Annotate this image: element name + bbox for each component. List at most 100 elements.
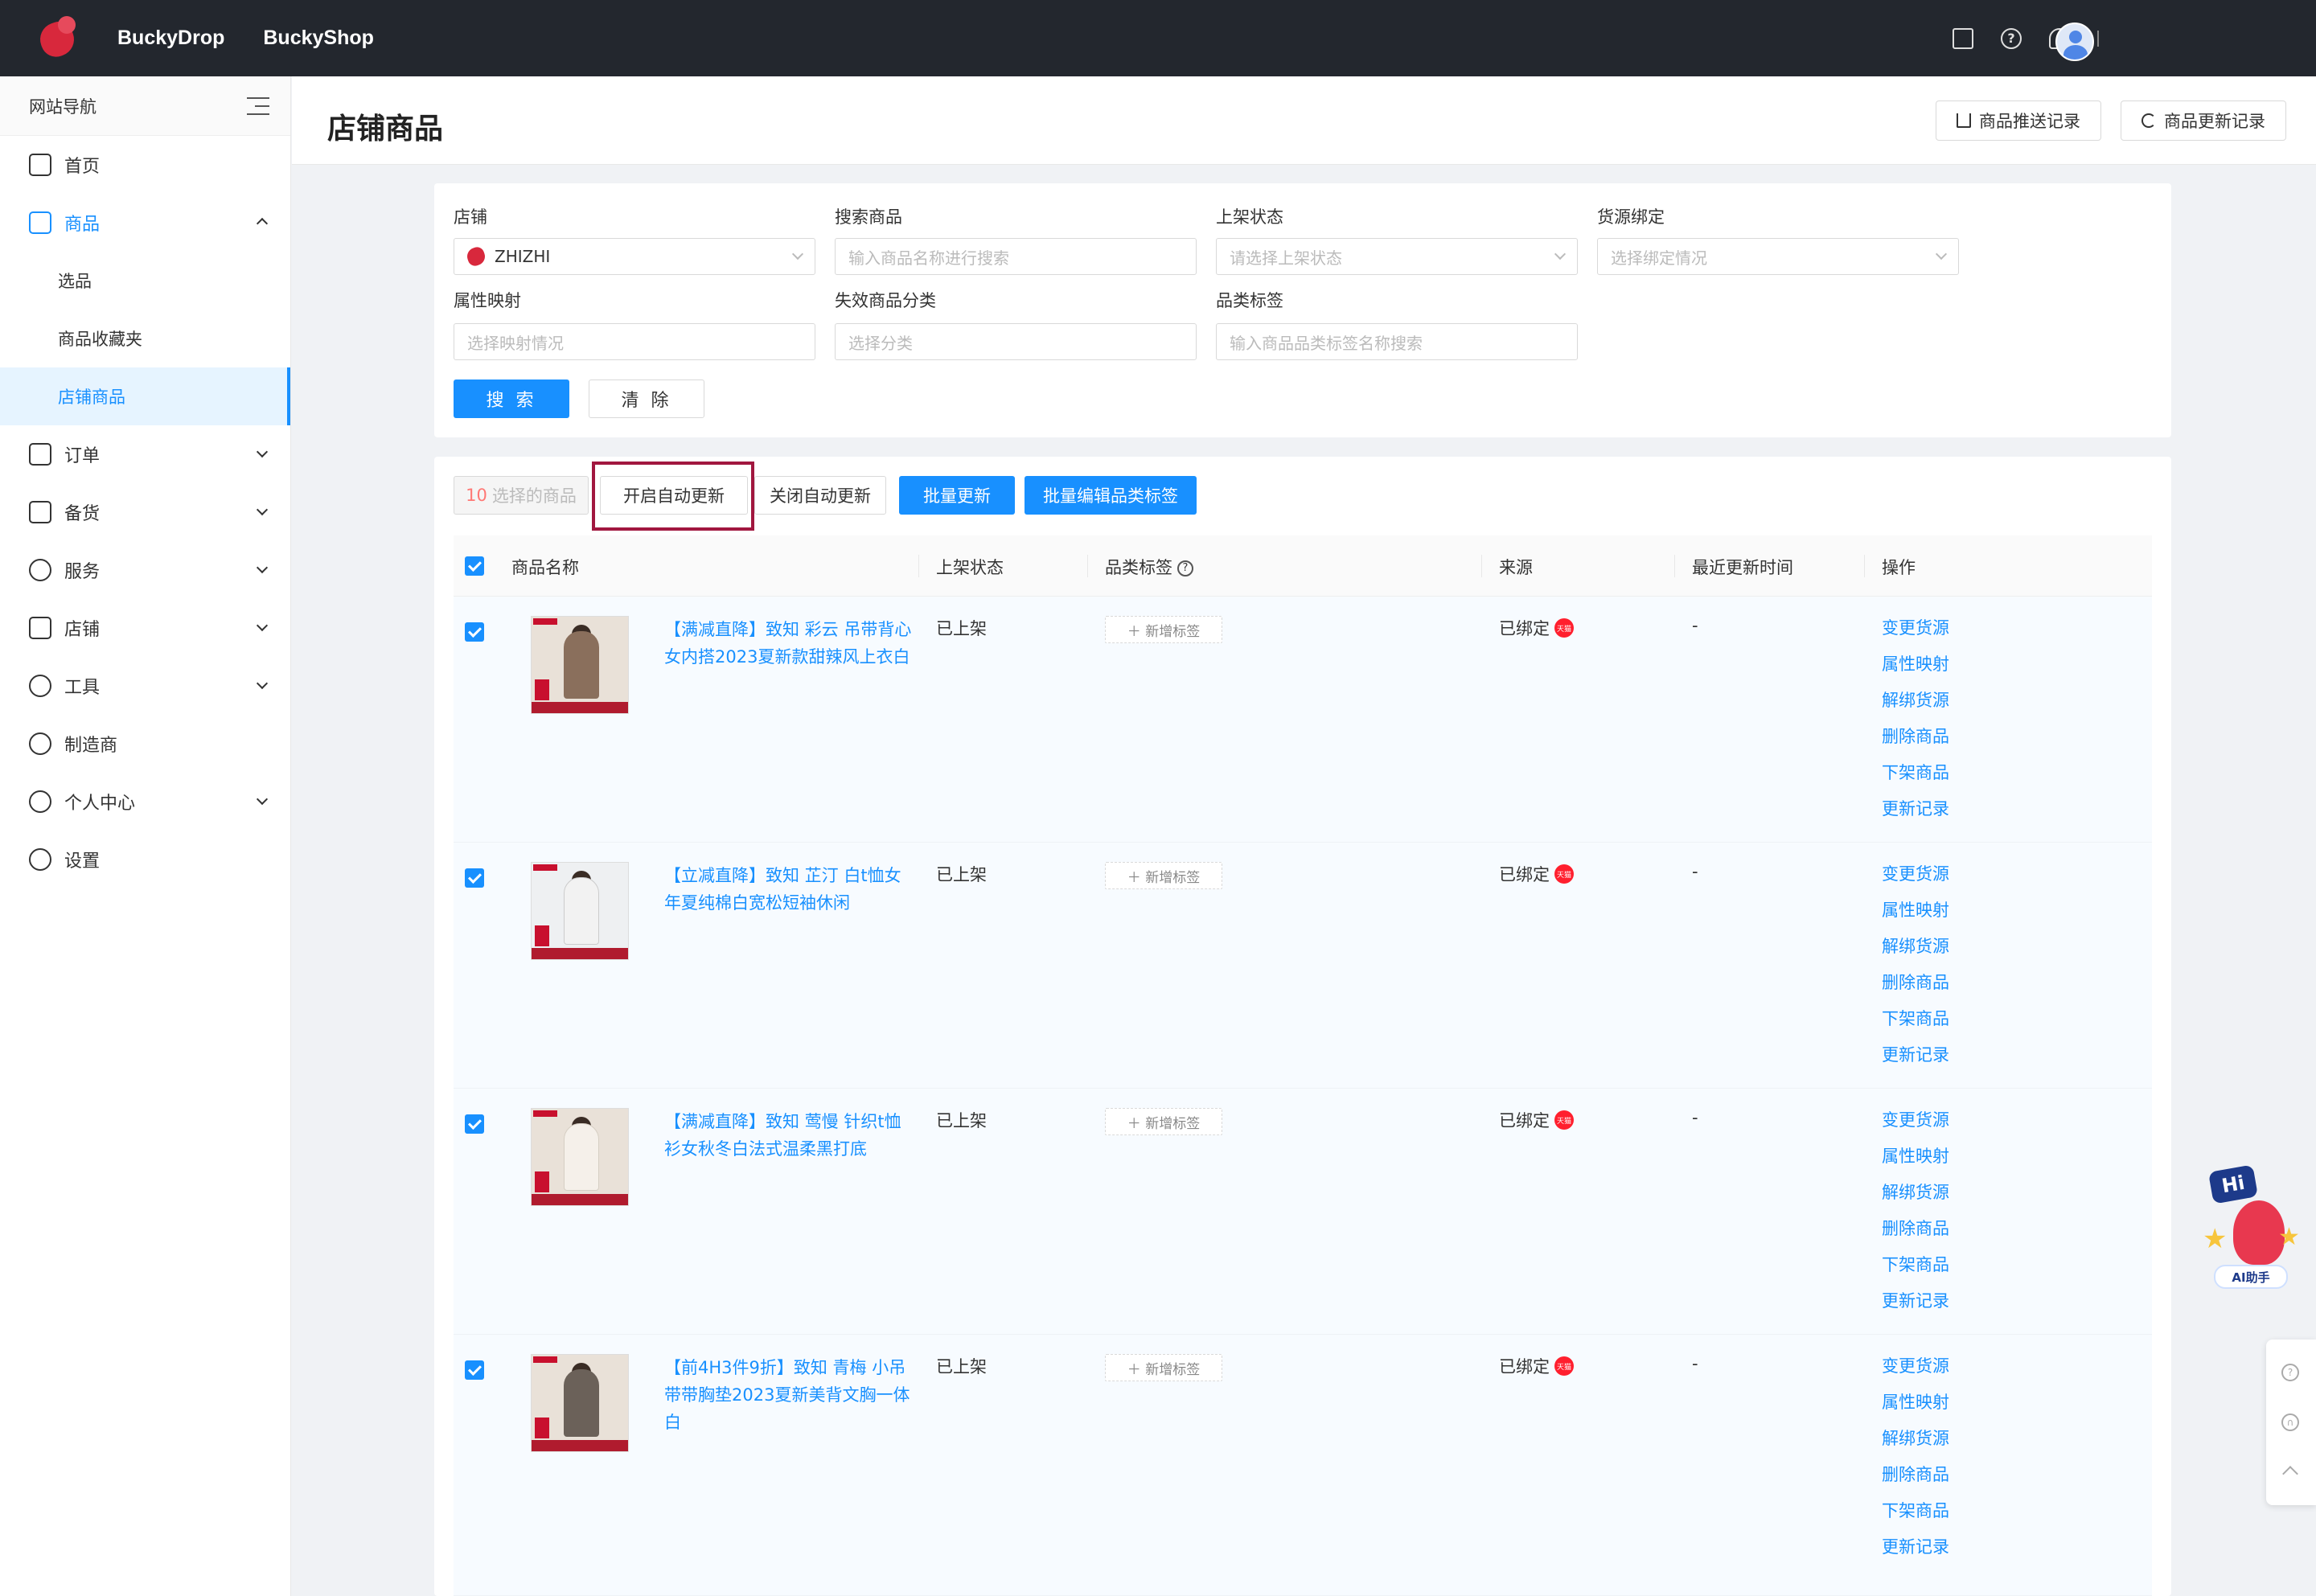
delete-product-link[interactable]: 删除商品 bbox=[1882, 969, 1949, 1005]
question-circle-icon[interactable]: ? bbox=[1177, 560, 1193, 576]
clear-button[interactable]: 清 除 bbox=[589, 380, 704, 418]
nav-buckyshop[interactable]: BuckyShop bbox=[263, 27, 374, 50]
bag-icon bbox=[29, 211, 51, 234]
delete-product-link[interactable]: 删除商品 bbox=[1882, 1215, 1949, 1251]
product-thumbnail[interactable] bbox=[531, 616, 629, 714]
source-status: 已绑定 天猫 bbox=[1499, 1354, 1574, 1378]
sidebar-item-tools[interactable]: 工具 bbox=[0, 657, 290, 715]
table-row: 【满减直降】致知 莺慢 针织t恤衫女秋冬白法式温柔黑打底 已上架 ＋ 新增标签 … bbox=[454, 1089, 2152, 1335]
product-name-link[interactable]: 【满减直降】致知 莺慢 针织t恤衫女秋冬白法式温柔黑打底 bbox=[664, 1108, 914, 1163]
supply-binding-select[interactable]: 选择绑定情况 bbox=[1597, 238, 1959, 275]
row-checkbox[interactable] bbox=[465, 868, 484, 888]
sidebar-subitem-favorites[interactable]: 商品收藏夹 bbox=[0, 310, 290, 367]
product-thumbnail[interactable] bbox=[531, 1354, 629, 1452]
disable-auto-update-button[interactable]: 关闭自动更新 bbox=[754, 476, 886, 515]
row-checkbox[interactable] bbox=[465, 1360, 484, 1380]
batch-update-button[interactable]: 批量更新 bbox=[899, 476, 1015, 515]
back-to-top-icon[interactable] bbox=[2282, 1466, 2298, 1482]
help-icon[interactable]: ? bbox=[2281, 1364, 2299, 1381]
update-record-button[interactable]: 商品更新记录 bbox=[2121, 101, 2286, 141]
col-divider bbox=[1674, 555, 1675, 577]
change-supply-link[interactable]: 变更货源 bbox=[1882, 1106, 1949, 1143]
order-icon bbox=[29, 443, 51, 466]
change-supply-link[interactable]: 变更货源 bbox=[1882, 1352, 1949, 1389]
page-header: 店铺商品 商品推送记录 商品更新记录 bbox=[292, 76, 2316, 165]
sidebar-subitem-store-products[interactable]: 店铺商品 bbox=[0, 367, 290, 425]
selected-count-button: 10 选择的商品 bbox=[454, 476, 589, 515]
select-all-checkbox[interactable] bbox=[465, 556, 484, 576]
category-tag-input[interactable]: 输入商品品类标签名称搜索 bbox=[1216, 323, 1578, 360]
sidebar-item-store[interactable]: 店铺 bbox=[0, 599, 290, 657]
attr-mapping-link[interactable]: 属性映射 bbox=[1882, 650, 1949, 687]
shop-select[interactable]: ZHIZHI bbox=[454, 238, 815, 275]
update-record-link[interactable]: 更新记录 bbox=[1882, 795, 1949, 831]
delist-product-link[interactable]: 下架商品 bbox=[1882, 759, 1949, 795]
add-tag-button[interactable]: ＋ 新增标签 bbox=[1105, 862, 1222, 889]
headset-icon[interactable]: ∩ bbox=[2281, 1413, 2299, 1431]
floating-tools: ? ∩ bbox=[2266, 1340, 2316, 1505]
sidebar-item-settings[interactable]: 设置 bbox=[0, 831, 290, 888]
row-actions: 变更货源 属性映射 解绑货源 删除商品 下架商品 更新记录 bbox=[1882, 1106, 1949, 1323]
product-name-link[interactable]: 【立减直降】致知 芷汀 白t恤女年夏纯棉白宽松短袖休闲 bbox=[664, 862, 914, 917]
invalid-category-label: 失效商品分类 bbox=[835, 291, 936, 310]
unbind-supply-link[interactable]: 解绑货源 bbox=[1882, 687, 1949, 723]
home-icon bbox=[29, 154, 51, 176]
sidebar-item-stock[interactable]: 备货 bbox=[0, 483, 290, 541]
add-tag-button[interactable]: ＋ 新增标签 bbox=[1105, 1354, 1222, 1381]
delist-product-link[interactable]: 下架商品 bbox=[1882, 1251, 1949, 1287]
col-category-tag: 品类标签? bbox=[1105, 555, 1193, 579]
add-tag-button[interactable]: ＋ 新增标签 bbox=[1105, 616, 1222, 643]
delete-product-link[interactable]: 删除商品 bbox=[1882, 1461, 1949, 1497]
help-icon[interactable]: ? bbox=[2001, 27, 2022, 49]
attr-mapping-link[interactable]: 属性映射 bbox=[1882, 1143, 1949, 1179]
ai-assistant-button[interactable]: Hi ★ ★ AI助手 bbox=[2199, 1162, 2304, 1299]
delist-product-link[interactable]: 下架商品 bbox=[1882, 1005, 1949, 1041]
add-tag-button[interactable]: ＋ 新增标签 bbox=[1105, 1108, 1222, 1135]
collapse-menu-icon[interactable] bbox=[247, 96, 269, 115]
search-input[interactable]: 输入商品名称进行搜索 bbox=[835, 238, 1197, 275]
table-header: 商品名称 上架状态 品类标签? 来源 最近更新时间 操作 bbox=[454, 535, 2152, 597]
delete-product-link[interactable]: 删除商品 bbox=[1882, 723, 1949, 759]
change-supply-link[interactable]: 变更货源 bbox=[1882, 614, 1949, 650]
attr-mapping-select[interactable]: 选择映射情况 bbox=[454, 323, 815, 360]
avatar[interactable] bbox=[2055, 23, 2094, 61]
listing-status-select[interactable]: 请选择上架状态 bbox=[1216, 238, 1578, 275]
sidebar-item-service[interactable]: 服务 bbox=[0, 541, 290, 599]
product-name-link[interactable]: 【满减直降】致知 彩云 吊带背心女内搭2023夏新款甜辣风上衣白 bbox=[664, 616, 914, 671]
last-updated: - bbox=[1692, 862, 1698, 881]
sidebar-subitem-selection[interactable]: 选品 bbox=[0, 252, 290, 310]
batch-edit-tags-button[interactable]: 批量编辑品类标签 bbox=[1025, 476, 1197, 515]
update-record-link[interactable]: 更新记录 bbox=[1882, 1041, 1949, 1077]
bucky-logo[interactable] bbox=[34, 14, 82, 63]
search-button[interactable]: 搜 索 bbox=[454, 380, 569, 418]
row-checkbox[interactable] bbox=[465, 622, 484, 642]
push-record-button[interactable]: 商品推送记录 bbox=[1936, 101, 2101, 141]
row-actions: 变更货源 属性映射 解绑货源 删除商品 下架商品 更新记录 bbox=[1882, 614, 1949, 831]
sidebar-item-orders[interactable]: 订单 bbox=[0, 425, 290, 483]
change-supply-link[interactable]: 变更货源 bbox=[1882, 860, 1949, 896]
update-record-link[interactable]: 更新记录 bbox=[1882, 1287, 1949, 1323]
unbind-supply-link[interactable]: 解绑货源 bbox=[1882, 1425, 1949, 1461]
store-icon bbox=[29, 617, 51, 639]
product-thumbnail[interactable] bbox=[531, 862, 629, 960]
shop-logo-icon bbox=[464, 244, 488, 269]
document-icon[interactable] bbox=[1953, 27, 1973, 49]
delist-product-link[interactable]: 下架商品 bbox=[1882, 1497, 1949, 1533]
sidebar-item-products[interactable]: 商品 bbox=[0, 194, 290, 252]
attr-mapping-link[interactable]: 属性映射 bbox=[1882, 1389, 1949, 1425]
update-record-link[interactable]: 更新记录 bbox=[1882, 1533, 1949, 1569]
sidebar-item-profile[interactable]: 个人中心 bbox=[0, 773, 290, 831]
product-name-link[interactable]: 【前4H3件9折】致知 青梅 小吊带带胸垫2023夏新美背文胸一体白 bbox=[664, 1354, 914, 1436]
page-title: 店铺商品 bbox=[327, 113, 444, 146]
nav-buckydrop[interactable]: BuckyDrop bbox=[117, 27, 224, 50]
filter-panel: 店铺 ZHIZHI 搜索商品 输入商品名称进行搜索 上架状态 请选择上架状态 货… bbox=[434, 183, 2171, 437]
unbind-supply-link[interactable]: 解绑货源 bbox=[1882, 1179, 1949, 1215]
sidebar-item-manufacturer[interactable]: 制造商 bbox=[0, 715, 290, 773]
sidebar-item-home[interactable]: 首页 bbox=[0, 136, 290, 194]
chevron-down-icon bbox=[791, 248, 804, 261]
row-checkbox[interactable] bbox=[465, 1114, 484, 1134]
unbind-supply-link[interactable]: 解绑货源 bbox=[1882, 933, 1949, 969]
product-thumbnail[interactable] bbox=[531, 1108, 629, 1206]
attr-mapping-link[interactable]: 属性映射 bbox=[1882, 896, 1949, 933]
invalid-category-select[interactable]: 选择分类 bbox=[835, 323, 1197, 360]
